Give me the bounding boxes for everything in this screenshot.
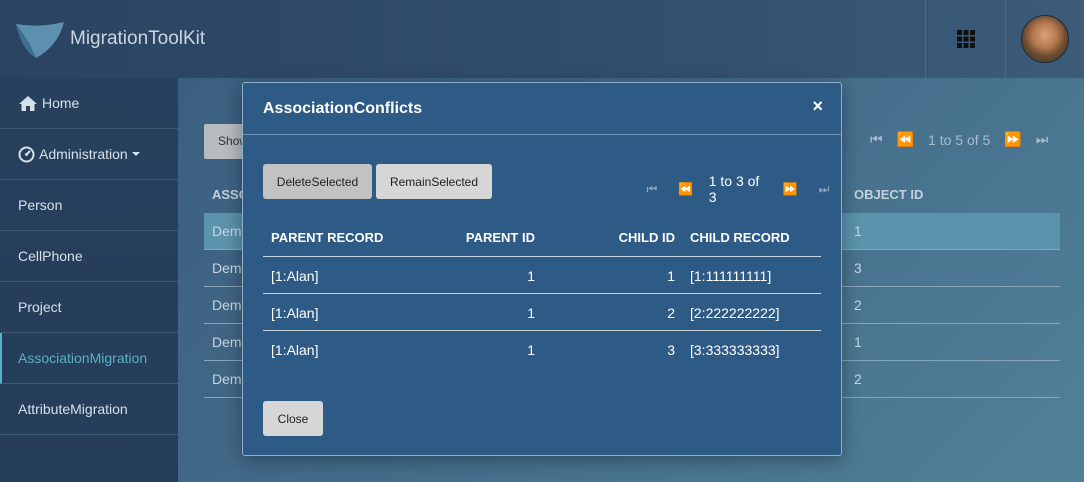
cell-parent-record: [1:Alan] [271,342,319,358]
sidebar-item-home[interactable]: Home [0,78,178,129]
close-icon[interactable]: × [812,96,823,117]
cell-parent-record: [1:Alan] [271,268,319,284]
cell-parent-id: 1 [527,342,535,358]
column-header-child-record[interactable]: CHILD RECORD [690,230,790,245]
cell: Dem [212,334,242,350]
next-page-icon[interactable]: ⏩ [773,182,807,196]
background-pager: ⏮ ⏪ 1 to 5 of 5 ⏩ ⏭ [870,131,1048,148]
cell: Dem [212,223,242,239]
cell: Dem [212,260,242,276]
column-header-parent-record[interactable]: PARENT RECORD [271,230,383,245]
cell-object-id: 1 [854,334,862,350]
column-header-parent-id[interactable]: PARENT ID [453,230,535,245]
first-page-icon[interactable]: ⏮ [635,182,669,197]
sidebar-item-cellphone[interactable]: CellPhone [0,231,178,282]
cell-parent-id: 1 [527,305,535,321]
sidebar-item-label: Person [18,197,63,213]
last-page-icon[interactable]: ⏭ [807,182,841,197]
sidebar-item-label: AssociationMigration [18,350,148,366]
cell-object-id: 2 [854,297,862,313]
sidebar: Home Administration Person CellPhone Pro… [0,78,178,482]
apps-grid-button[interactable] [926,0,1005,78]
sidebar-item-associationmigration[interactable]: AssociationMigration [0,333,178,384]
cell-parent-id: 1 [527,268,535,284]
table-row[interactable]: [1:Alan] 1 2 [2:222222222] [263,294,821,331]
app-title: MigrationToolKit [70,28,206,49]
next-page-icon[interactable]: ⏩ [1004,131,1021,148]
close-button[interactable]: Close [263,401,323,436]
column-header-object-id: OBJECT ID [854,187,924,202]
delete-selected-button[interactable]: DeleteSelected [263,164,372,199]
table-row[interactable]: [1:Alan] 1 1 [1:111111111] [263,257,821,294]
cell-child-id: 3 [667,342,675,358]
dialog-title: AssociationConflicts [263,100,423,117]
sidebar-item-administration[interactable]: Administration [0,129,178,180]
sidebar-item-label: Project [18,299,62,315]
cell-child-record: [2:222222222] [690,305,780,321]
cell-child-id: 2 [667,305,675,321]
user-menu-button[interactable] [1006,0,1084,78]
cell-object-id: 1 [854,223,862,239]
sidebar-item-project[interactable]: Project [0,282,178,333]
cell-parent-record: [1:Alan] [271,305,319,321]
cell-child-record: [3:333333333] [690,342,780,358]
cell-object-id: 2 [854,371,862,387]
remain-selected-button[interactable]: RemainSelected [376,164,492,199]
cell-object-id: 3 [854,260,862,276]
cell-child-record: [1:111111111] [690,268,772,284]
table-row[interactable]: [1:Alan] 1 3 [3:333333333] [263,331,821,368]
caret-down-icon [131,152,140,156]
cell: Dem [212,297,242,313]
prev-page-icon[interactable]: ⏪ [897,131,914,148]
apps-grid-icon [956,30,975,48]
first-page-icon[interactable]: ⏮ [870,131,883,148]
last-page-icon[interactable]: ⏭ [1036,131,1049,148]
prev-page-icon[interactable]: ⏪ [669,182,703,196]
sidebar-item-label: Administration [39,146,128,162]
association-conflicts-dialog: AssociationConflicts × DeleteSelected Re… [242,82,842,456]
sidebar-item-person[interactable]: Person [0,180,178,231]
cell-child-id: 1 [667,268,675,284]
cell: Dem [212,371,242,387]
pager-text: 1 to 5 of 5 [928,131,991,148]
sidebar-item-label: AttributeMigration [18,401,128,417]
sidebar-item-attributemigration[interactable]: AttributeMigration [0,384,178,435]
table-header: PARENT RECORD PARENT ID CHILD ID CHILD R… [263,220,821,257]
dialog-pager: ⏮ ⏪ 1 to 3 of 3 ⏩ ⏭ [635,173,841,205]
sidebar-item-label: CellPhone [18,248,83,264]
dashboard-icon [18,146,35,163]
top-bar: MigrationToolKit [0,0,1084,78]
dialog-header: AssociationConflicts × [243,83,841,135]
sidebar-item-label: Home [42,95,80,111]
column-header-child-id[interactable]: CHILD ID [593,230,675,245]
home-icon [18,95,38,112]
user-avatar [1021,15,1069,63]
pager-text: 1 to 3 of 3 [708,173,760,205]
conflicts-table: PARENT RECORD PARENT ID CHILD ID CHILD R… [263,220,821,368]
logo-icon [16,22,64,58]
